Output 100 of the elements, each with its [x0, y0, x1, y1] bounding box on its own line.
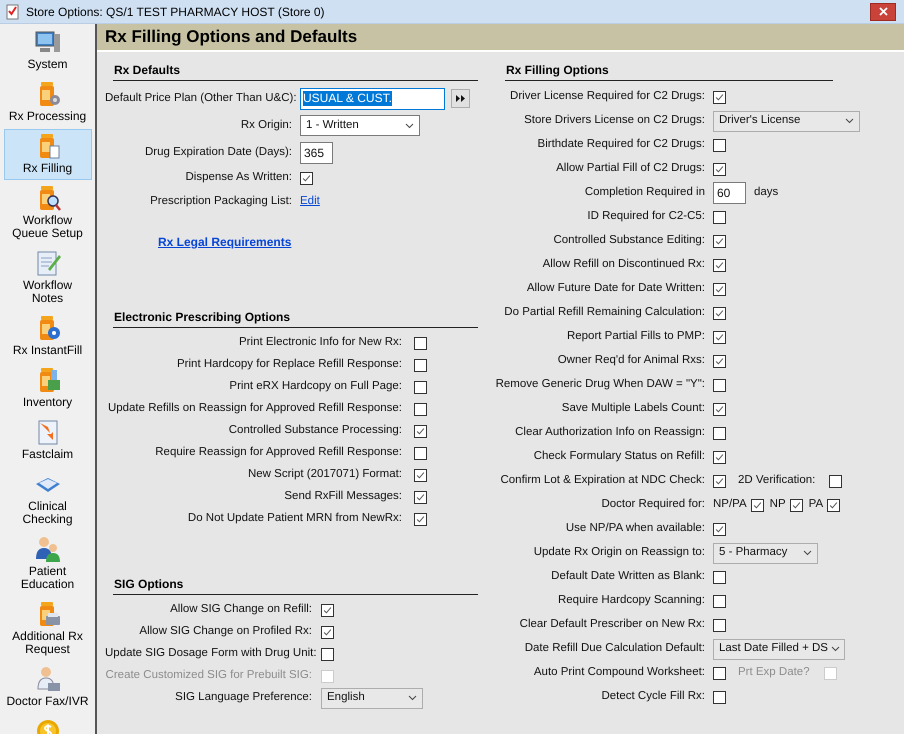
option-label: Driver License Required for C2 Drugs: — [509, 89, 705, 104]
option-label: Detect Cycle Fill Rx: — [600, 689, 705, 704]
nav-item[interactable]: Rx InstantFill — [4, 311, 92, 362]
option-label: Print Electronic Info for New Rx: — [238, 335, 402, 350]
close-button[interactable] — [870, 2, 896, 20]
option-label: Dispense As Written: — [184, 170, 292, 186]
nav-item[interactable]: Rx Filling — [4, 129, 92, 180]
checkbox[interactable] — [713, 450, 726, 464]
checkbox[interactable] — [713, 330, 726, 344]
option-label: Use NP/PA when available: — [564, 521, 705, 536]
checkbox[interactable] — [414, 512, 427, 526]
checkbox[interactable] — [713, 210, 726, 224]
nav-item[interactable]: Workflow Queue Setup — [4, 181, 92, 245]
number-field[interactable]: 365 — [300, 142, 333, 164]
option-label: Allow Partial Fill of C2 Drugs: — [555, 161, 705, 176]
checkbox[interactable] — [750, 498, 764, 512]
checkbox[interactable] — [414, 490, 427, 504]
checkbox[interactable] — [713, 474, 726, 488]
checkbox[interactable] — [713, 426, 726, 440]
checkbox[interactable] — [827, 498, 840, 512]
checkbox[interactable] — [713, 90, 726, 104]
option-label: Allow Future Date for Date Written: — [526, 281, 705, 296]
chevron-down-icon — [405, 122, 414, 128]
nav-item[interactable]: Clinical Checking — [4, 467, 92, 531]
checkbox[interactable] — [829, 474, 842, 488]
option-label: Require Reassign for Approved Refill Response: — [154, 445, 402, 460]
checkbox[interactable] — [713, 666, 726, 680]
checkbox[interactable] — [321, 648, 334, 660]
fast-forward-icon — [456, 95, 465, 102]
dropdown[interactable]: Last Date Filled + DS — [713, 638, 845, 660]
checkbox[interactable] — [713, 618, 726, 632]
checkbox[interactable] — [414, 468, 427, 482]
checkbox[interactable] — [713, 282, 726, 296]
checkbox[interactable] — [713, 138, 726, 152]
option-label: Update Refills on Reassign for Approved Refill Response: — [106, 401, 402, 416]
option-label: New Script (2017071) Format: — [246, 467, 402, 482]
option-label: Print eRX Hardcopy on Full Page: — [228, 379, 402, 394]
nav-item[interactable]: Fastclaim — [4, 415, 92, 466]
checkbox[interactable] — [713, 570, 726, 584]
option-label: 2D Verification: — [738, 473, 816, 488]
nav-item[interactable]: Workflow Notes — [4, 246, 92, 310]
text-field[interactable]: USUAL & CUST. — [300, 88, 445, 110]
checkbox[interactable] — [321, 626, 334, 638]
checkbox[interactable] — [713, 594, 726, 608]
checkbox[interactable] — [713, 690, 726, 704]
edit-link[interactable]: Edit — [300, 193, 320, 211]
checkbox[interactable] — [713, 522, 726, 536]
option-label: ID Required for C2-C5: — [586, 209, 705, 224]
checkbox[interactable] — [414, 358, 427, 372]
checkbox[interactable] — [713, 306, 726, 320]
checkbox[interactable] — [713, 258, 726, 272]
option-label: Allow SIG Change on Profiled Rx: — [138, 624, 312, 640]
checkbox[interactable] — [713, 234, 726, 248]
option-label: Update Rx Origin on Reassign to: — [532, 545, 705, 560]
checkbox[interactable] — [414, 446, 427, 460]
option-label: Create Customized SIG for Prebuilt SIG: — [105, 668, 312, 684]
checkbox[interactable] — [414, 336, 427, 350]
checkbox[interactable] — [713, 402, 726, 416]
section-heading: Rx Filling Options — [505, 61, 833, 81]
unit-label: days — [754, 185, 778, 200]
nav-item[interactable]: Inventory — [4, 363, 92, 414]
option-label: Clear Default Prescriber on New Rx: — [518, 617, 705, 632]
nav-item[interactable]: Patient Education — [4, 532, 92, 596]
checkbox[interactable] — [790, 498, 803, 512]
section-heading: SIG Options — [113, 575, 478, 595]
option-label: SIG Language Preference: — [174, 690, 312, 706]
chevron-down-icon — [830, 646, 840, 652]
window-title: Store Options: QS/1 TEST PHARMACY HOST (Store 0) — [26, 4, 325, 20]
checkbox[interactable] — [414, 380, 427, 394]
nav-item[interactable]: Doctor Fax/IVR — [4, 662, 92, 713]
nav-item[interactable]: Additional Rx Request — [4, 597, 92, 661]
option-label: Require Hardcopy Scanning: — [556, 593, 705, 608]
checkbox[interactable] — [713, 162, 726, 176]
checkbox[interactable] — [300, 172, 313, 184]
dropdown[interactable]: Driver's License — [713, 110, 860, 132]
checkbox[interactable] — [414, 424, 427, 438]
nav-item[interactable]: Rx Processing — [4, 77, 92, 128]
page-title: Rx Filling Options and Defaults — [105, 26, 358, 48]
option-label: Confirm Lot & Expiration at NDC Check: — [499, 473, 705, 488]
option-label: Controlled Substance Editing: — [552, 233, 705, 248]
dropdown[interactable]: 1 - Written — [300, 115, 420, 136]
option-label: Report Partial Fills to PMP: — [566, 329, 705, 344]
number-field[interactable]: 60 — [713, 182, 746, 204]
option-label: Do Not Update Patient MRN from NewRx: — [186, 511, 402, 526]
checkbox[interactable] — [713, 378, 726, 392]
legal-requirements-link[interactable]: Rx Legal Requirements — [158, 232, 292, 252]
option-label: Controlled Substance Processing: — [228, 423, 402, 438]
option-label: Prt Exp Date? — [738, 665, 810, 680]
checkbox[interactable] — [414, 402, 427, 416]
option-label: Rx Origin: — [240, 118, 292, 133]
checkbox[interactable] — [321, 604, 334, 616]
option-label: Remove Generic Drug When DAW = "Y": — [494, 377, 705, 392]
lookup-button[interactable] — [451, 89, 470, 108]
nav-item[interactable]: System — [4, 25, 92, 76]
checkbox[interactable] — [713, 354, 726, 368]
section-heading: Rx Defaults — [113, 61, 478, 81]
people-icon — [34, 535, 62, 563]
dropdown[interactable]: English — [321, 688, 423, 708]
checklist-icon — [6, 4, 20, 20]
dropdown[interactable]: 5 - Pharmacy — [713, 542, 818, 564]
